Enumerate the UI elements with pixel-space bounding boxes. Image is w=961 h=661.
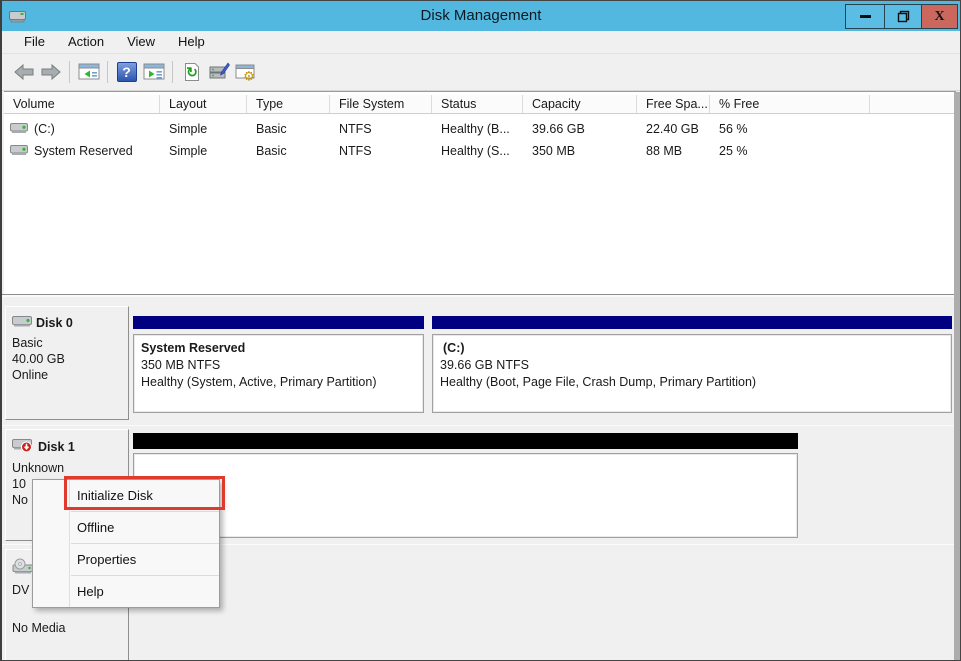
partition-health: Healthy (Boot, Page File, Crash Dump, Pr… bbox=[440, 374, 951, 391]
back-icon bbox=[12, 62, 36, 82]
close-icon: X bbox=[934, 9, 944, 25]
cell-type: Basic bbox=[247, 122, 330, 136]
partition-bar-system-reserved bbox=[133, 316, 424, 329]
minimize-button[interactable] bbox=[845, 4, 885, 29]
partition-size: 39.66 GB NTFS bbox=[440, 357, 951, 374]
close-button[interactable]: X bbox=[921, 4, 958, 29]
partition-title: (C:) bbox=[440, 340, 951, 357]
cell-status: Healthy (B... bbox=[432, 122, 523, 136]
toolbar-separator bbox=[107, 61, 108, 83]
column-header-freespace[interactable]: Free Spa... bbox=[637, 95, 710, 113]
menu-file[interactable]: File bbox=[15, 32, 54, 52]
cell-filesystem: NTFS bbox=[330, 122, 432, 136]
column-header-capacity[interactable]: Capacity bbox=[523, 95, 637, 113]
toolbar-separator bbox=[172, 61, 173, 83]
menu-bar: File Action View Help bbox=[2, 31, 960, 54]
console-window-icon bbox=[78, 63, 100, 81]
toolbar-separator bbox=[69, 61, 70, 83]
volume-name: (C:) bbox=[34, 122, 55, 136]
column-header-filesystem[interactable]: File System bbox=[330, 95, 432, 113]
toolbar: ? ↻ bbox=[2, 54, 960, 91]
refresh-button[interactable]: ↻ bbox=[178, 59, 205, 85]
forward-icon bbox=[39, 62, 63, 82]
disk-icon bbox=[12, 315, 32, 331]
context-menu-gutter bbox=[69, 480, 70, 607]
cell-capacity: 350 MB bbox=[523, 144, 637, 158]
scrollbar-strip bbox=[954, 92, 960, 660]
cell-type: Basic bbox=[247, 144, 330, 158]
column-header-layout[interactable]: Layout bbox=[160, 95, 247, 113]
partition-bar-c bbox=[432, 316, 952, 329]
drive-icon bbox=[10, 122, 28, 137]
context-menu: Initialize Disk Offline Properties Help bbox=[32, 479, 220, 608]
menu-item-initialize-disk[interactable]: Initialize Disk bbox=[33, 480, 219, 511]
title-bar[interactable]: Disk Management X bbox=[2, 1, 960, 31]
minimize-icon bbox=[860, 15, 871, 18]
help-button[interactable]: ? bbox=[113, 59, 140, 85]
volume-list-header: Volume Layout Type File System Status Ca… bbox=[4, 95, 956, 114]
column-header-blank[interactable] bbox=[870, 95, 956, 113]
svg-text:⚙: ⚙ bbox=[243, 69, 255, 83]
menu-view[interactable]: View bbox=[118, 32, 164, 52]
show-console-button[interactable] bbox=[140, 59, 167, 85]
menu-action[interactable]: Action bbox=[59, 32, 113, 52]
restore-button[interactable] bbox=[884, 4, 922, 29]
disk-size: 40.00 GB bbox=[12, 351, 128, 367]
cell-filesystem: NTFS bbox=[330, 144, 432, 158]
refresh-icon: ↻ bbox=[182, 62, 202, 82]
table-row[interactable]: (C:) Simple Basic NTFS Healthy (B... 39.… bbox=[4, 118, 956, 140]
window-controls: X bbox=[846, 4, 958, 29]
cell-layout: Simple bbox=[160, 122, 247, 136]
window-title: Disk Management bbox=[2, 1, 960, 31]
unallocated-bar bbox=[133, 433, 798, 449]
disk-properties-icon bbox=[208, 62, 230, 82]
svg-text:↻: ↻ bbox=[186, 64, 198, 80]
disk0-header-cell[interactable]: Disk 0 Basic 40.00 GB Online bbox=[5, 306, 129, 420]
back-button[interactable] bbox=[10, 59, 37, 85]
disk-type: Unknown bbox=[12, 460, 128, 476]
disk-icon bbox=[12, 438, 34, 456]
table-row[interactable]: System Reserved Simple Basic NTFS Health… bbox=[4, 140, 956, 162]
partition-title: System Reserved bbox=[141, 340, 423, 357]
cell-freespace: 88 MB bbox=[637, 144, 710, 158]
column-header-percentfree[interactable]: % Free bbox=[710, 95, 870, 113]
disk-name: Disk 0 bbox=[36, 316, 73, 330]
menu-item-help[interactable]: Help bbox=[33, 576, 219, 607]
disk-management-window: Disk Management X File Action View Help bbox=[0, 0, 961, 661]
partition-c[interactable]: (C:) 39.66 GB NTFS Healthy (Boot, Page F… bbox=[432, 334, 952, 413]
disk-name: Disk 1 bbox=[38, 440, 75, 454]
cell-percentfree: 56 % bbox=[710, 122, 870, 136]
show-console-icon bbox=[143, 63, 165, 81]
console-tree-button[interactable] bbox=[75, 59, 102, 85]
cell-status: Healthy (S... bbox=[432, 144, 523, 158]
menu-help[interactable]: Help bbox=[169, 32, 214, 52]
column-header-type[interactable]: Type bbox=[247, 95, 330, 113]
row-divider bbox=[2, 425, 954, 426]
manage-computer-icon: ⚙ bbox=[235, 62, 257, 82]
cell-percentfree: 25 % bbox=[710, 144, 870, 158]
partition-health: Healthy (System, Active, Primary Partiti… bbox=[141, 374, 423, 391]
disk-properties-button[interactable] bbox=[205, 59, 232, 85]
cdrom-media-status: No Media bbox=[12, 620, 128, 636]
menu-item-offline[interactable]: Offline bbox=[33, 512, 219, 543]
cell-freespace: 22.40 GB bbox=[637, 122, 710, 136]
restore-icon bbox=[897, 10, 910, 23]
manage-computer-button[interactable]: ⚙ bbox=[232, 59, 259, 85]
column-header-volume[interactable]: Volume bbox=[4, 95, 160, 113]
forward-button[interactable] bbox=[37, 59, 64, 85]
column-header-status[interactable]: Status bbox=[432, 95, 523, 113]
partition-system-reserved[interactable]: System Reserved 350 MB NTFS Healthy (Sys… bbox=[133, 334, 424, 413]
drive-icon bbox=[10, 144, 28, 159]
disk-status: Online bbox=[12, 367, 128, 383]
cell-capacity: 39.66 GB bbox=[523, 122, 637, 136]
disk-type: Basic bbox=[12, 335, 128, 351]
partition-size: 350 MB NTFS bbox=[141, 357, 423, 374]
cell-layout: Simple bbox=[160, 144, 247, 158]
volume-name: System Reserved bbox=[34, 144, 133, 158]
unallocated-region[interactable] bbox=[133, 453, 798, 538]
menu-item-properties[interactable]: Properties bbox=[33, 544, 219, 575]
help-icon: ? bbox=[117, 62, 137, 82]
volume-list: Volume Layout Type File System Status Ca… bbox=[4, 91, 956, 294]
